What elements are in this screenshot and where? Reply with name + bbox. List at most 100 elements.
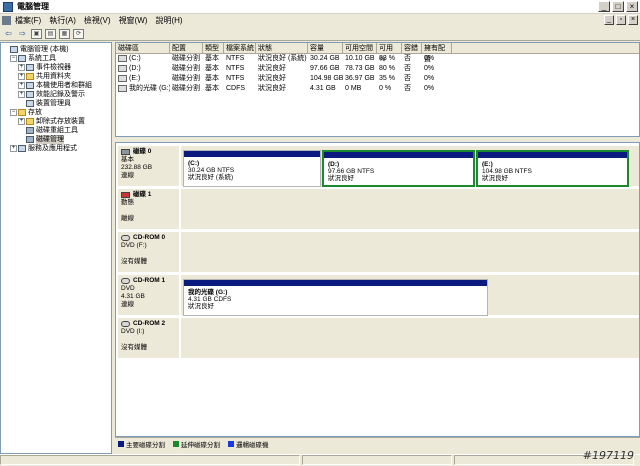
refresh-icon[interactable]: ⟳ — [73, 28, 84, 39]
partition-status: 狀況良好 (系統) — [188, 174, 234, 181]
expand-toggle-icon[interactable]: − — [10, 109, 17, 116]
maximize-button[interactable]: □ — [612, 1, 624, 12]
console-tree[interactable]: 電腦管理 (本機) − 系統工具 + 事件檢視器 + 共用資料夾 + 本機使用者和群組 + 效能記錄… — [0, 42, 112, 454]
show-hide-tree-icon[interactable]: ▤ — [45, 28, 56, 39]
column-header[interactable]: 狀態 — [256, 43, 308, 53]
disk-info-panel[interactable]: CD-ROM 0 DVD (F:) 沒有媒體 — [118, 232, 180, 272]
back-arrow-icon[interactable]: ⇦ — [3, 29, 14, 39]
table-row[interactable]: (D:) 磁碟分割 基本 NTFS 狀況良好 97.66 GB 78.73 GB 80 % 否 0… — [116, 64, 639, 74]
table-cell: 36.97 GB — [345, 75, 375, 82]
title-bar: 電腦管理 _ □ × — [0, 0, 640, 14]
table-cell: NTFS — [226, 55, 245, 62]
menu-view[interactable]: 檢視(V) — [84, 15, 111, 26]
properties-icon[interactable]: ▦ — [59, 28, 70, 39]
column-header[interactable]: 磁碟區 — [116, 43, 170, 53]
partition-status: 狀況良好 — [482, 175, 508, 182]
disk-row: CD-ROM 2 DVD (I:) 沒有媒體 — [118, 318, 639, 358]
table-row[interactable]: (E:) 磁碟分割 基本 NTFS 狀況良好 104.98 GB 36.97 GB 35 % 否… — [116, 74, 639, 84]
partition-block[interactable]: (D:) 97.66 GB NTFS 狀況良好 — [322, 150, 475, 187]
tree-item[interactable]: 電腦管理 (本機) — [2, 45, 110, 54]
partition-fs: 104.98 GB NTFS — [482, 168, 532, 175]
child-minimize-button[interactable]: _ — [604, 15, 614, 25]
table-cell: 4.31 GB — [310, 85, 336, 92]
column-header[interactable]: 類型 — [203, 43, 224, 53]
tree-item[interactable]: + 事件檢視器 — [2, 63, 110, 72]
menu-window[interactable]: 視窗(W) — [119, 15, 148, 26]
tree-item[interactable]: + 共用資料夾 — [2, 72, 110, 81]
column-header[interactable]: 可用空間 — [343, 43, 377, 53]
tree-item[interactable]: + 服務及應用程式 — [2, 144, 110, 153]
tree-item[interactable]: 磁碟重組工具 — [2, 126, 110, 135]
removable-icon — [26, 118, 34, 125]
column-header[interactable]: 檔案系統 — [224, 43, 256, 53]
partition-block[interactable]: 我的光碟 (G:) 4.31 GB CDFS 狀況良好 — [183, 279, 488, 316]
expand-toggle-icon[interactable]: − — [10, 55, 17, 62]
table-cell: 狀況良好 — [258, 75, 286, 82]
volume-list-header: 磁碟區 配置 類型 檔案系統 狀態 容量 可用空間 可用 % 容錯 擁有配置 — [116, 43, 639, 63]
child-window-controls: _ ▫ × — [604, 15, 638, 25]
menu-help[interactable]: 說明(H) — [155, 15, 182, 26]
tree-item-label: 系統工具 — [28, 55, 56, 62]
expand-toggle-icon[interactable]: + — [18, 73, 25, 80]
tree-item[interactable]: − 系統工具 — [2, 54, 110, 63]
menu-file[interactable]: 檔案(F) — [15, 15, 41, 26]
tree-item[interactable]: 裝置管理員 — [2, 99, 110, 108]
minimize-button[interactable]: _ — [598, 1, 610, 12]
menu-action[interactable]: 執行(A) — [49, 15, 76, 26]
tree-item[interactable]: 磁碟管理 — [2, 135, 110, 144]
expand-toggle-icon[interactable]: + — [18, 118, 25, 125]
device-icon — [26, 100, 34, 107]
expand-toggle-icon[interactable]: + — [18, 82, 25, 89]
expand-toggle-icon[interactable]: + — [18, 91, 25, 98]
column-header[interactable]: 擁有配置 — [422, 43, 452, 63]
tree-item-label: 磁碟管理 — [36, 135, 64, 144]
disk-unused-area — [181, 232, 639, 272]
up-level-icon[interactable]: ▣ — [31, 28, 42, 39]
forward-arrow-icon[interactable]: ⇨ — [17, 29, 28, 39]
disk-row: CD-ROM 0 DVD (F:) 沒有媒體 — [118, 232, 639, 272]
system-menu-icon[interactable] — [2, 16, 11, 25]
partition-label: (D:) — [328, 161, 340, 168]
child-restore-button[interactable]: ▫ — [616, 15, 626, 25]
table-cell: 10.10 GB — [345, 55, 375, 62]
column-header[interactable]: 容量 — [308, 43, 343, 53]
table-row[interactable]: (C:) 磁碟分割 基本 NTFS 狀況良好 (系統) 30.24 GB 10.10 GB 3… — [116, 54, 639, 64]
disk-row: 磁碟 1 動態 離線 — [118, 189, 639, 229]
tree-item-label: 裝置管理員 — [36, 100, 71, 107]
legend-label: 邏輯磁碟機 — [236, 441, 269, 449]
disk-info-panel[interactable]: 磁碟 1 動態 離線 — [118, 189, 180, 229]
close-button[interactable]: × — [626, 1, 638, 12]
tree-item[interactable]: − 存放 — [2, 108, 110, 117]
column-header[interactable]: 配置 — [170, 43, 203, 53]
partition-type-bar — [184, 280, 487, 286]
expand-toggle-icon[interactable]: + — [10, 145, 17, 152]
table-cell: 狀況良好 — [258, 85, 286, 92]
column-header[interactable]: 容錯 — [402, 43, 422, 53]
disk-row: 磁碟 0 基本 232.88 GB 連線 (C:) 30.24 GB NTFS 狀況良好 (… — [118, 146, 639, 187]
status-bar — [0, 454, 640, 466]
expand-toggle-icon[interactable]: + — [18, 64, 25, 71]
disk-info-panel[interactable]: CD-ROM 1 DVD 4.31 GB 連線 — [118, 275, 180, 315]
tree-item[interactable]: + 卸除式存放裝置 — [2, 117, 110, 126]
table-cell: 0% — [424, 85, 435, 92]
disk-detail — [121, 207, 176, 215]
tree-item-label: 存放 — [28, 109, 42, 116]
column-header[interactable]: 可用 % — [377, 43, 402, 63]
table-row[interactable]: 我的光碟 (G:) 磁碟分割 基本 CDFS 狀況良好 4.31 GB 0 MB 0 % 否 0% — [116, 84, 639, 94]
tree-item-label: 電腦管理 (本機) — [20, 46, 69, 53]
child-close-button[interactable]: × — [628, 15, 638, 25]
tree-item[interactable]: + 本機使用者和群組 — [2, 81, 110, 90]
table-cell: 基本 — [205, 75, 219, 82]
partition-block[interactable]: (C:) 30.24 GB NTFS 狀況良好 (系統) — [183, 150, 321, 187]
cdrom-icon — [121, 278, 130, 284]
tree-item-label: 磁碟重組工具 — [36, 127, 78, 134]
partition-label: 我的光碟 (G:) — [188, 289, 228, 296]
disk-info-panel[interactable]: CD-ROM 2 DVD (I:) 沒有媒體 — [118, 318, 180, 358]
table-cell: 104.98 GB — [310, 75, 343, 82]
table-cell: (D:) — [116, 64, 170, 74]
disk-detail: 連線 — [121, 301, 134, 308]
partition-block[interactable]: (E:) 104.98 GB NTFS 狀況良好 — [476, 150, 629, 187]
table-cell: 0% — [424, 65, 435, 72]
tree-item[interactable]: + 效能記錄及警示 — [2, 90, 110, 99]
disk-info-panel[interactable]: 磁碟 0 基本 232.88 GB 連線 — [118, 146, 180, 186]
